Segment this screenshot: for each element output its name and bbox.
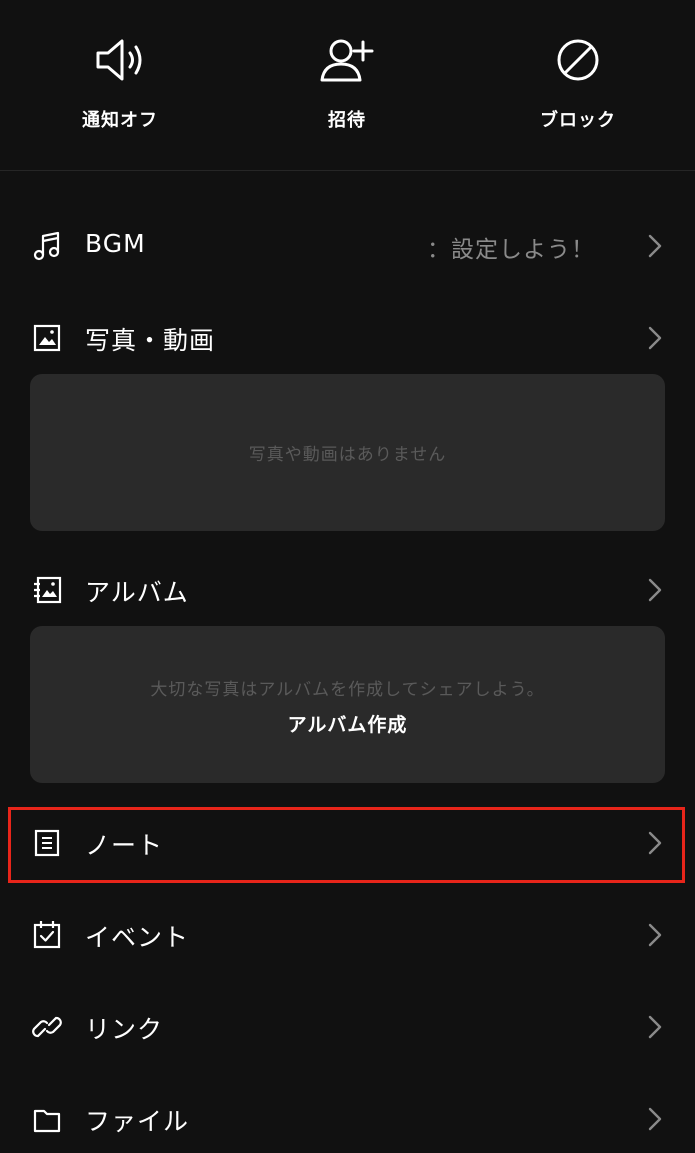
album-icon [34, 576, 62, 604]
link-icon [32, 1016, 62, 1038]
block-label: ブロック [540, 110, 616, 131]
folder-icon [33, 1109, 61, 1133]
photos-videos-panel[interactable]: 写真や動画はありません [30, 374, 665, 531]
album-panel: 大切な写真はアルバムを作成してシェアしよう。 アルバム作成 [30, 626, 665, 783]
chevron-right-icon [648, 326, 662, 350]
chevron-right-icon [648, 578, 662, 602]
photos-videos-label: 写真・動画 [85, 326, 216, 355]
bgm-label: BGM [85, 229, 146, 258]
file-label: ファイル [85, 1107, 190, 1136]
chevron-right-icon [648, 1107, 662, 1131]
event-label: イベント [85, 923, 190, 952]
chevron-right-icon [648, 1015, 662, 1039]
album-label: アルバム [85, 578, 189, 607]
album-row[interactable]: アルバム [0, 552, 695, 624]
link-row[interactable]: リンク [0, 989, 695, 1061]
photos-empty-text: 写真や動画はありません [248, 445, 447, 465]
photos-videos-row[interactable]: 写真・動画 [0, 300, 695, 372]
event-row[interactable]: イベント [0, 897, 695, 969]
chevron-right-icon [648, 923, 662, 947]
block-button[interactable]: ブロック [508, 36, 648, 136]
add-user-icon [320, 39, 374, 82]
note-highlight-box [8, 807, 685, 883]
calendar-check-icon [33, 921, 61, 949]
top-action-bar: 通知オフ 招待 ブロック [0, 0, 695, 171]
chevron-right-icon [648, 234, 662, 258]
music-note-icon [33, 231, 60, 261]
block-icon [557, 39, 599, 81]
mute-notifications-button[interactable]: 通知オフ [50, 36, 190, 136]
link-label: リンク [85, 1015, 164, 1044]
speaker-icon [96, 39, 142, 81]
album-empty-text: 大切な写真はアルバムを作成してシェアしよう。 [150, 680, 545, 700]
create-album-button[interactable]: アルバム作成 [30, 710, 665, 737]
image-icon [33, 324, 61, 352]
bgm-value: ：設定しよう！ [427, 237, 595, 263]
file-row[interactable]: ファイル [0, 1081, 695, 1153]
invite-button[interactable]: 招待 [277, 36, 417, 136]
mute-notifications-label: 通知オフ [82, 110, 158, 131]
invite-label: 招待 [328, 110, 366, 131]
bgm-row[interactable]: BGM ：設定しよう！ [0, 208, 695, 280]
